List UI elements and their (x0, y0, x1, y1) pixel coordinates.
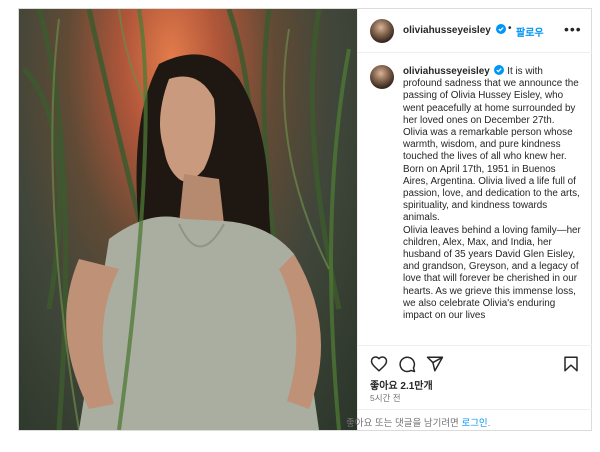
login-prompt: 좋아요 또는 댓글을 남기려면 로그인. (346, 415, 490, 429)
follow-button[interactable]: 팔로우 (516, 24, 544, 39)
caption-avatar[interactable] (370, 65, 394, 89)
caption-username[interactable]: oliviahusseyeisley (403, 66, 490, 77)
caption-area: oliviahusseyeisley It is with profound s… (358, 53, 592, 345)
post-header: oliviahusseyeisley • 팔로우 ••• (358, 9, 592, 53)
more-options-icon[interactable]: ••• (564, 21, 582, 37)
heart-icon[interactable] (370, 355, 388, 373)
login-prompt-bar: 좋아요 또는 댓글을 남기려면 로그인. (346, 409, 592, 430)
caption-text: oliviahusseyeisley It is with profound s… (403, 65, 583, 322)
post-photo[interactable] (19, 9, 357, 430)
comment-icon[interactable] (398, 355, 416, 373)
caption-paragraph-2: Olivia was a remarkable person whose war… (403, 127, 580, 224)
verified-badge-icon (495, 24, 506, 34)
login-prompt-suffix: . (487, 418, 491, 429)
portrait-illustration (22, 9, 351, 430)
share-icon[interactable] (426, 355, 444, 373)
verified-badge-icon (494, 65, 505, 75)
avatar[interactable] (370, 19, 394, 43)
login-link[interactable]: 로그인 (461, 418, 487, 429)
bookmark-icon[interactable] (562, 355, 580, 373)
post-sidebar: oliviahusseyeisley • 팔로우 ••• oliviahusse… (346, 9, 592, 430)
instagram-post: oliviahusseyeisley • 팔로우 ••• oliviahusse… (18, 8, 592, 431)
username-text: oliviahusseyeisley (403, 25, 491, 36)
post-timestamp[interactable]: 5시간 전 (370, 392, 401, 404)
likes-count[interactable]: 좋아요 2.1만개 (370, 377, 433, 392)
username-link[interactable]: oliviahusseyeisley (403, 24, 506, 36)
login-prompt-text: 좋아요 또는 댓글을 남기려면 (346, 418, 462, 429)
separator-dot: • (508, 23, 512, 34)
caption-paragraph-3: Olivia leaves behind a loving family—her… (403, 224, 581, 322)
